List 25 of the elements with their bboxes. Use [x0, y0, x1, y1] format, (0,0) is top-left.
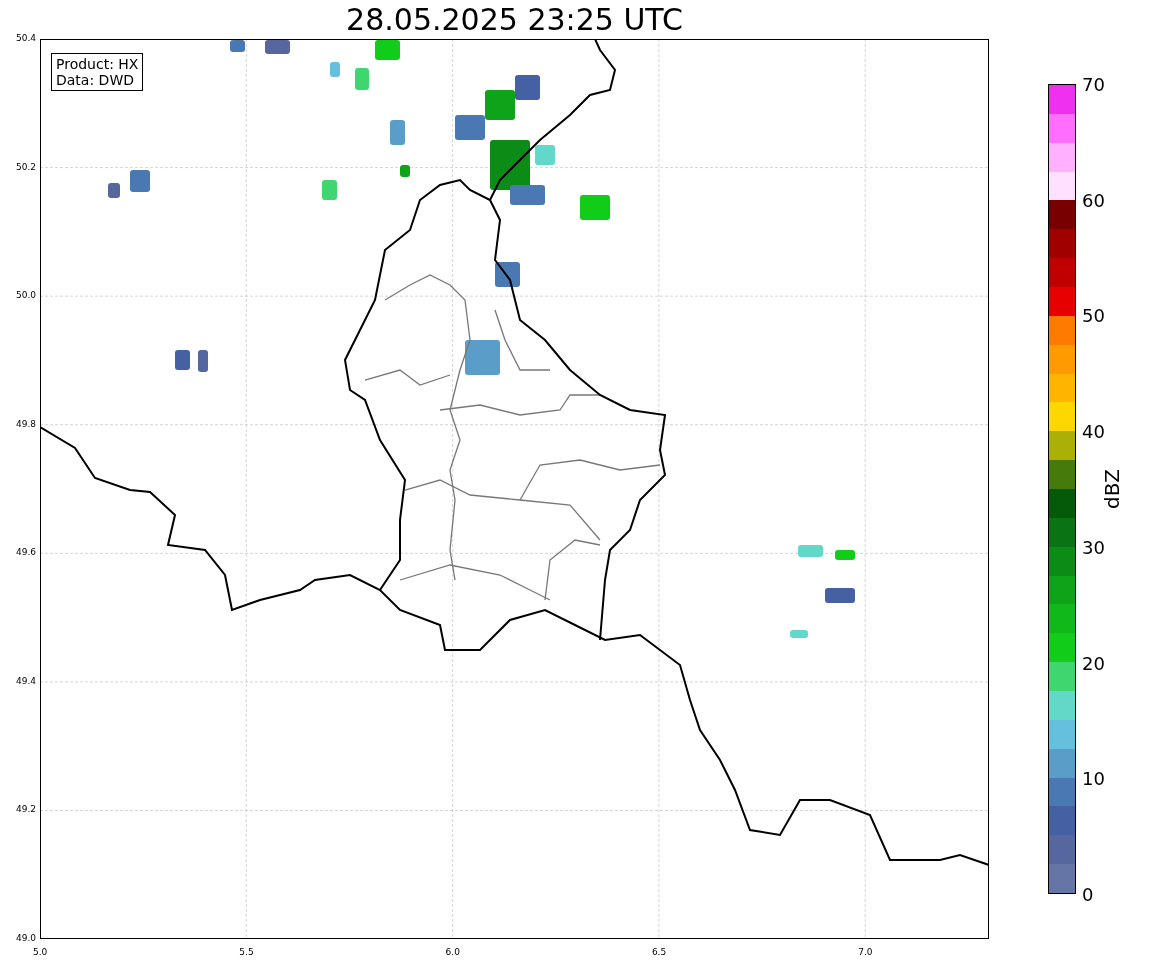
annotation-text: Product: HX — [56, 56, 139, 72]
colorbar-tick-label: 20 — [1082, 652, 1105, 674]
y-tick-label: 49.8 — [15, 418, 36, 429]
y-tick-label: 49.2 — [15, 804, 36, 815]
colorbar-tick-label: 50 — [1082, 304, 1105, 326]
colorbar-tick-label: 70 — [1082, 73, 1105, 95]
colorbar-label: dBZ — [1100, 468, 1124, 510]
colorbar-tick-label: 60 — [1082, 189, 1105, 211]
y-tick-label: 49.0 — [15, 933, 36, 943]
y-tick-label: 50.2 — [15, 161, 36, 172]
y-tick-label: 50.0 — [15, 290, 36, 301]
colorbar-tick-label: 40 — [1082, 420, 1105, 442]
colorbar-tick-label: 10 — [1082, 767, 1105, 789]
y-tick-label: 50.4 — [15, 33, 36, 43]
x-tick-label: 5.0 — [33, 947, 48, 957]
colorbar-tick-label: 0 — [1082, 883, 1094, 905]
x-tick-label: 7.0 — [858, 947, 873, 957]
y-tick-label: 49.4 — [15, 675, 36, 686]
chart-title: 28.05.2025 23:25 UTC — [345, 1, 684, 39]
y-tick-label: 49.6 — [15, 547, 36, 558]
x-tick-label: 5.5 — [239, 947, 254, 957]
x-tick-label: 6.0 — [445, 947, 460, 957]
annotation-text: Data: DWD — [56, 72, 135, 88]
x-tick-label: 6.5 — [651, 947, 667, 957]
colorbar-tick-label: 30 — [1082, 536, 1105, 558]
